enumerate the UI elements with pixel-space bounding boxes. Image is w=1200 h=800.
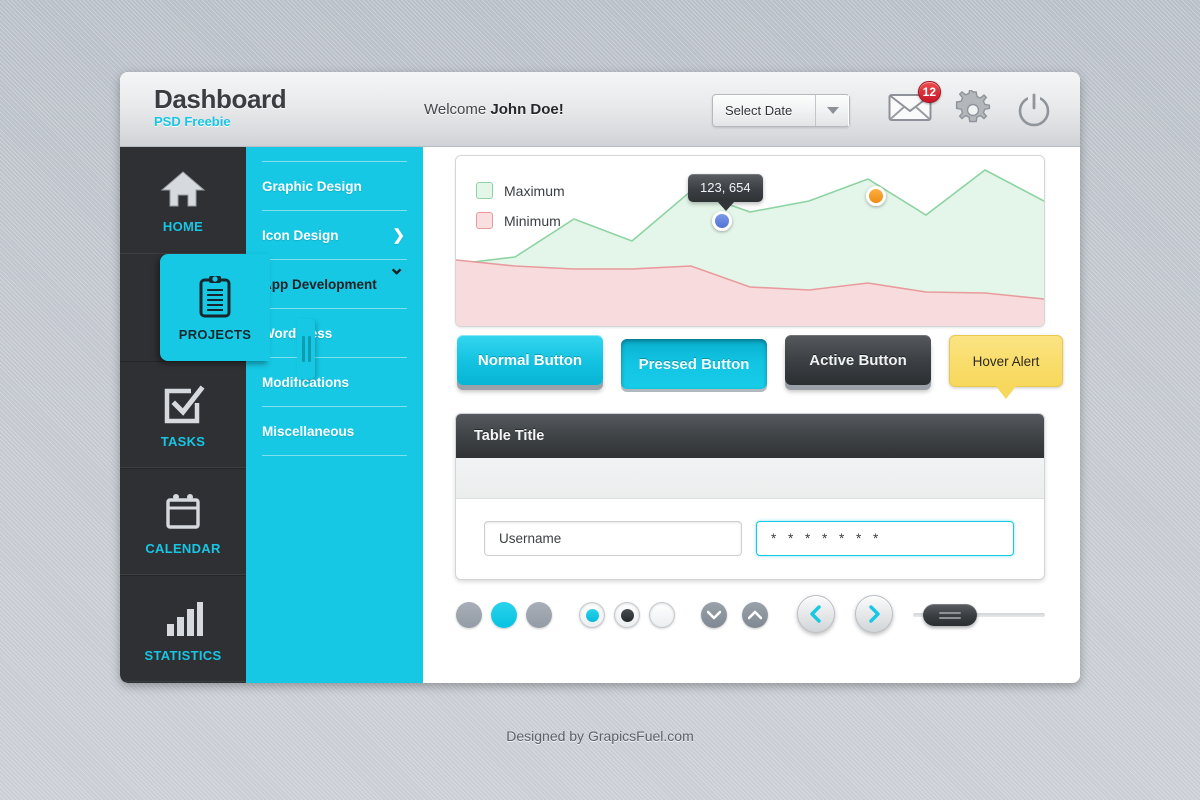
mail-badge: 12 [918,81,941,103]
area-chart-card: Maximum Minimum 123, 654 [455,155,1045,327]
radio-inner-dot [621,609,634,622]
slider-grip-line [939,617,961,619]
brand: Dashboard PSD Freebie [154,86,286,129]
submenu-item-wordpress[interactable]: Wordpress [262,308,407,357]
next-button[interactable] [855,595,893,633]
gear-icon [953,90,993,130]
pressed-button[interactable]: Pressed Button [621,339,767,389]
home-icon [160,166,206,212]
chart-tooltip: 123, 654 [688,174,763,202]
submenu-item-icon-design[interactable]: Icon Design ❯ [262,210,407,259]
main-sidebar: HOME TASKS CALENDAR [120,147,246,683]
radio-button-dark[interactable] [614,602,640,628]
date-select-dropdown[interactable]: Select Date [712,94,850,127]
sidebar-item-tasks[interactable]: TASKS [120,361,246,468]
power-button[interactable] [1014,90,1054,130]
submenu-divider [262,455,407,456]
chevron-down-icon [827,107,839,114]
bar-chart-icon [161,595,205,641]
legend-swatch-icon [476,212,493,229]
sidebar-item-calendar[interactable]: CALENDAR [120,468,246,575]
brand-subtitle: PSD Freebie [154,114,286,129]
date-select-label: Select Date [713,95,815,126]
collapse-up-button[interactable] [742,602,768,628]
submenu-item-label: Graphic Design [262,179,362,194]
slider-handle[interactable] [923,604,977,626]
slider-grip-line [939,612,961,614]
submenu-item-label: Icon Design [262,228,339,243]
mail-button[interactable]: 12 [888,90,932,128]
submenu-item-label: App Development [262,277,377,292]
settings-button[interactable] [953,90,993,130]
submenu-item-miscellaneous[interactable]: Miscellaneous [262,406,407,455]
sidebar-item-projects[interactable]: PROJECTS [160,254,270,361]
legend-item-minimum: Minimum [476,212,565,229]
footer-credit: Designed by GrapicsFuel.com [0,728,1200,744]
sidebar-item-label: STATISTICS [145,648,222,663]
welcome-message: Welcome John Doe! [424,101,564,118]
radio-inner-dot [586,609,599,622]
hover-alert-tooltip[interactable]: Hover Alert [949,335,1063,387]
chevron-right-icon [866,605,882,623]
checkbox-icon [161,381,205,427]
chevron-left-icon [808,605,824,623]
submenu-item-app-development[interactable]: App Development ⌄ [262,259,407,308]
pagination-dot-2-active[interactable] [491,602,517,628]
chevron-up-icon [748,610,762,620]
chevron-down-icon: ⌄ [388,255,405,280]
chart-marker-highlight[interactable] [866,186,886,206]
table-header-row [456,458,1044,499]
table-body: Username * * * * * * * [456,499,1044,556]
normal-button[interactable]: Normal Button [457,335,603,385]
collapse-down-button[interactable] [701,602,727,628]
sidebar-item-label: TASKS [161,434,206,449]
radio-button-cyan[interactable] [579,602,605,628]
table-title: Table Title [456,414,1044,458]
chevron-right-icon: ❯ [392,226,405,244]
sidebar-item-home[interactable]: HOME [120,147,246,254]
submenu-panel: Graphic Design Icon Design ❯ App Develop… [246,147,423,683]
sidebar-item-label: CALENDAR [145,541,220,556]
welcome-prefix: Welcome [424,101,490,118]
calendar-icon [161,488,205,534]
legend-swatch-icon [476,182,493,199]
power-icon [1014,90,1054,130]
main-content: Maximum Minimum 123, 654 Normal Button P… [423,147,1080,683]
clipboard-icon [195,274,235,320]
chevron-down-icon [707,610,721,620]
chart-legend: Maximum Minimum [476,182,565,242]
panel-drag-handle[interactable] [297,319,315,379]
sidebar-item-label: HOME [163,219,203,234]
dashboard-window: Dashboard PSD Freebie Welcome John Doe! … [120,72,1080,683]
drag-grip-line [302,336,305,362]
pagination-dot-3[interactable] [526,602,552,628]
drag-grip-line [308,336,311,362]
button-row: Normal Button Pressed Button Active Butt… [455,335,1075,395]
chart-marker-tooltip[interactable] [712,211,732,231]
legend-label: Minimum [504,213,561,229]
username-input[interactable]: Username [484,521,742,556]
welcome-username: John Doe! [490,101,563,118]
table-card: Table Title Username * * * * * * * [455,413,1045,580]
password-input[interactable]: * * * * * * * [756,521,1014,556]
pagination-dot-1[interactable] [456,602,482,628]
active-button[interactable]: Active Button [785,335,931,385]
radio-button-empty[interactable] [649,602,675,628]
submenu-item-modifications[interactable]: Modifications [262,357,407,406]
date-select-caret[interactable] [815,95,849,126]
submenu-item-label: Miscellaneous [262,424,354,439]
previous-button[interactable] [797,595,835,633]
sidebar-item-label: PROJECTS [179,327,251,342]
page-title: Dashboard [154,86,286,113]
legend-label: Maximum [504,183,565,199]
header-bar: Dashboard PSD Freebie Welcome John Doe! … [120,72,1080,147]
sidebar-item-statistics[interactable]: STATISTICS [120,575,246,682]
submenu-item-graphic-design[interactable]: Graphic Design [262,161,407,210]
legend-item-maximum: Maximum [476,182,565,199]
